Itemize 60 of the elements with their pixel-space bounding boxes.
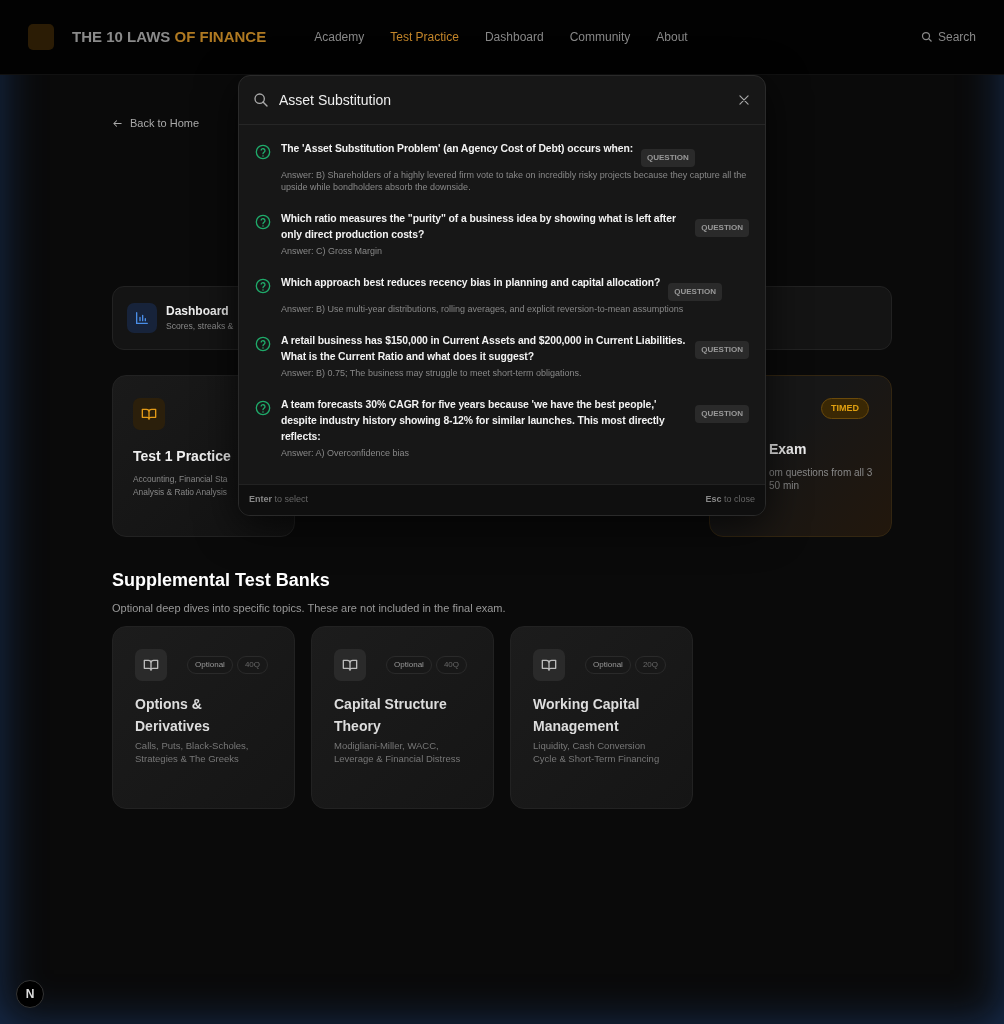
- nav-link[interactable]: Test Practice: [390, 28, 459, 46]
- nav-link[interactable]: Dashboard: [484, 28, 544, 46]
- back-link[interactable]: Back to Home: [112, 115, 200, 132]
- card-description: Liquidity, Cash Conversion Cycle & Short-Term Financing: [533, 740, 661, 766]
- book-icon: [143, 657, 159, 674]
- question-count: 40Q: [435, 656, 467, 675]
- optional-tag: Optional: [386, 656, 432, 675]
- search-icon: [253, 92, 269, 108]
- question-circle-icon: [255, 144, 271, 160]
- card-title: Capital Structure Theory: [334, 695, 448, 737]
- search-icon[interactable]: [920, 31, 933, 43]
- optional-tag: Optional: [187, 656, 233, 675]
- result-title: A retail business has $150,000 in Current Assets and $200,000 in Current Liabilities. What is the Current Ratio and what does it suggest?: [281, 334, 687, 364]
- nav-link[interactable]: Community: [569, 28, 631, 46]
- search-link[interactable]: Search: [937, 28, 976, 46]
- bar-chart-icon: [134, 309, 150, 326]
- question-circle-icon: [255, 336, 271, 352]
- search-field[interactable]: Asset Substitution: [277, 87, 727, 113]
- card-title: Working Capital Management: [533, 695, 641, 737]
- logo-icon: [28, 24, 54, 50]
- question-circle-icon: [255, 400, 271, 416]
- arrow-left-icon: [112, 117, 123, 129]
- card-description: Modigliani-Miller, WACC, Leverage & Financial Distress: [334, 740, 462, 766]
- question-badge: QUESTION: [695, 219, 749, 237]
- card-title: Options & Derivatives: [135, 695, 211, 737]
- section-subtitle: Optional deep dives into specific topics. These are not included in the final exam.: [112, 600, 507, 616]
- nav-link[interactable]: Academy: [314, 28, 365, 46]
- question-count: 20Q: [634, 656, 666, 675]
- question-badge: QUESTION: [641, 149, 695, 167]
- test-bank-card[interactable]: Optional 20Q Working Capital Management Liquidity, Cash Conversion Cycle & Short-Term Financing: [510, 626, 693, 810]
- section-heading: Supplemental Test Banks: [112, 568, 331, 592]
- card-title: Test 1 Practice: [133, 446, 232, 466]
- card-description: Calls, Puts, Black-Scholes, Strategies & The Greeks: [135, 740, 250, 766]
- test-bank-card[interactable]: Optional 40Q Capital Structure Theory Modigliani-Miller, WACC, Leverage & Financial Distress: [311, 626, 494, 810]
- result-answer: Answer: B) Use multi-year distributions, rolling averages, and explicit reversion-to-mean assumptions: [281, 303, 685, 315]
- optional-tag: Optional: [585, 656, 631, 675]
- question-badge: QUESTION: [695, 405, 749, 423]
- result-answer: Answer: C) Gross Margin: [281, 245, 384, 257]
- nav-link[interactable]: About: [656, 28, 688, 46]
- result-title: Which approach best reduces recency bias in planning and capital allocation?: [281, 276, 661, 290]
- site-title: THE 10 LAWS OF FINANCE: [72, 26, 267, 47]
- book-icon: [541, 657, 557, 674]
- book-icon: [342, 657, 358, 674]
- card-title: Exam: [768, 440, 808, 460]
- card-subtitle: Scores, streaks &: [166, 320, 234, 334]
- close-icon: [737, 93, 751, 107]
- question-circle-icon: [255, 214, 271, 230]
- result-answer: Answer: B) Shareholders of a highly levered firm vote to take on incredibly risky projects because they capture all the upside while bondholders absorb the downside.: [281, 169, 748, 193]
- timed-badge: TIMED: [821, 397, 869, 420]
- result-title: Which ratio measures the "purity" of a business idea by showing what is left after only direct production costs?: [281, 212, 677, 242]
- test-bank-card[interactable]: Optional 40Q Options & Derivatives Calls, Puts, Black-Scholes, Strategies & The Greeks: [112, 626, 295, 810]
- result-title: The 'Asset Substitution Problem' (an Agency Cost of Debt) occurs when:: [281, 142, 634, 156]
- question-circle-icon: [255, 278, 271, 294]
- dev-tools-badge[interactable]: N: [16, 980, 44, 1008]
- card-title: Dashboard: [166, 303, 230, 321]
- search-result[interactable]: Which ratio measures the "purity" of a business idea by showing what is left after only direct production costs? QUESTION Answer: C) Gross Margin: [253, 205, 751, 269]
- question-count: 40Q: [236, 656, 268, 675]
- search-result[interactable]: Which approach best reduces recency bias in planning and capital allocation? QUESTION Answer: B) Use multi-year distributions, rolling averages, and explicit reversion-to-mean assumptions: [253, 269, 751, 327]
- question-badge: QUESTION: [695, 341, 749, 359]
- question-badge: QUESTION: [668, 283, 723, 301]
